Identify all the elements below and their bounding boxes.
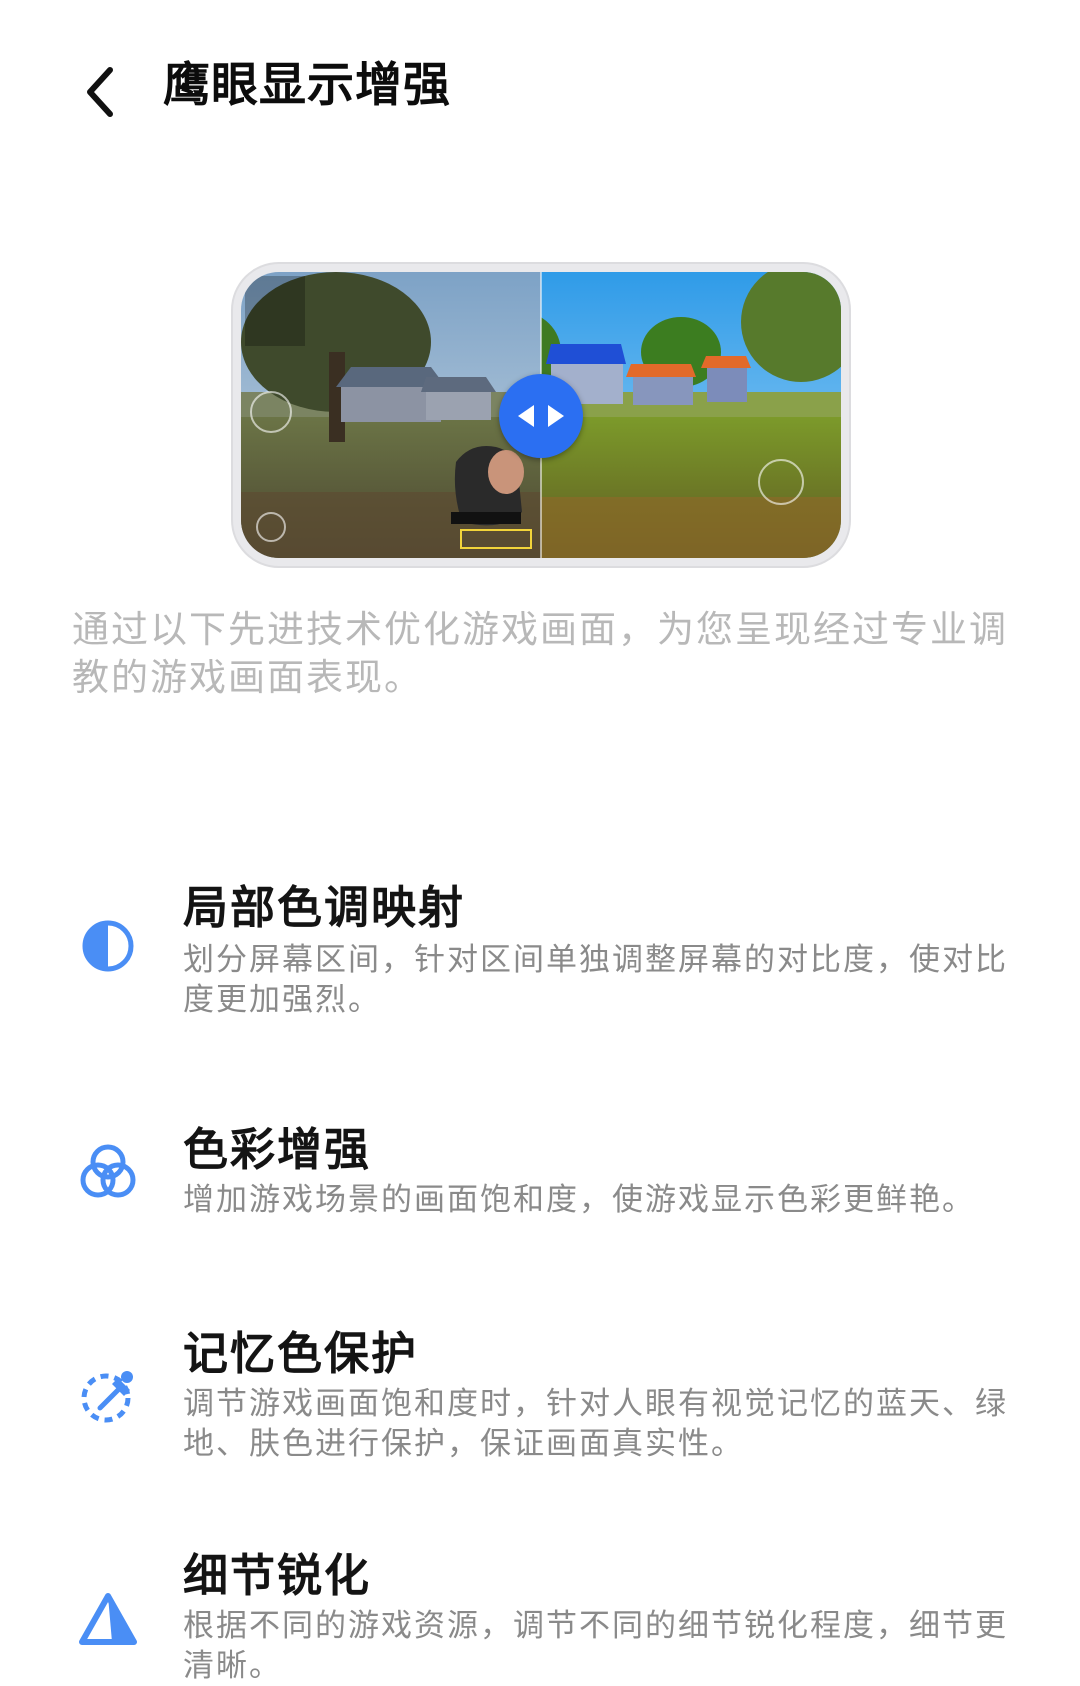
header: 鹰眼显示增强 [0,0,1080,180]
feature-memory-color-protection: 记忆色保护 调节游戏画面饱和度时，针对人眼有视觉记忆的蓝天、绿地、肤色进行保护，… [0,1326,1080,1466]
intro-text: 通过以下先进技术优化游戏画面，为您呈现经过专业调教的游戏画面表现。 [72,608,1008,699]
feature-local-tone-mapping: 局部色调映射 划分屏幕区间，针对区间单独调整屏幕的对比度，使对比度更加强烈。 [0,880,1080,1020]
chevron-left-icon [87,67,113,117]
feature-description: 增加游戏场景的画面饱和度，使游戏显示色彩更鲜艳。 [183,1182,975,1218]
feature-description: 根据不同的游戏资源，调节不同的细节锐化程度，细节更清晰。 [183,1608,1008,1684]
compare-slider-handle[interactable] [499,374,583,458]
page-title: 鹰眼显示增强 [163,58,451,113]
feature-title: 局部色调映射 [183,881,466,934]
feature-title: 色彩增强 [183,1123,372,1176]
compare-arrows-icon [518,405,564,427]
feature-description: 划分屏幕区间，针对区间单独调整屏幕的对比度，使对比度更加强烈。 [183,942,1008,1018]
color-picker-icon [78,1366,138,1426]
contrast-half-circle-icon [78,916,138,976]
feature-title: 记忆色保护 [183,1327,419,1380]
game-preview-image [241,272,841,558]
feature-color-enhancement: 色彩增强 增加游戏场景的画面饱和度，使游戏显示色彩更鲜艳。 [0,1122,1080,1222]
game-preview-frame [233,264,849,566]
color-circles-icon [78,1142,138,1202]
back-button[interactable] [60,52,140,132]
feature-description: 调节游戏画面饱和度时，针对人眼有视觉记忆的蓝天、绿地、肤色进行保护，保证画面真实… [183,1386,1008,1462]
feature-detail-sharpening: 细节锐化 根据不同的游戏资源，调节不同的细节锐化程度，细节更清晰。 [0,1548,1080,1684]
feature-title: 细节锐化 [183,1549,372,1602]
sharpen-triangle-icon [78,1590,138,1650]
